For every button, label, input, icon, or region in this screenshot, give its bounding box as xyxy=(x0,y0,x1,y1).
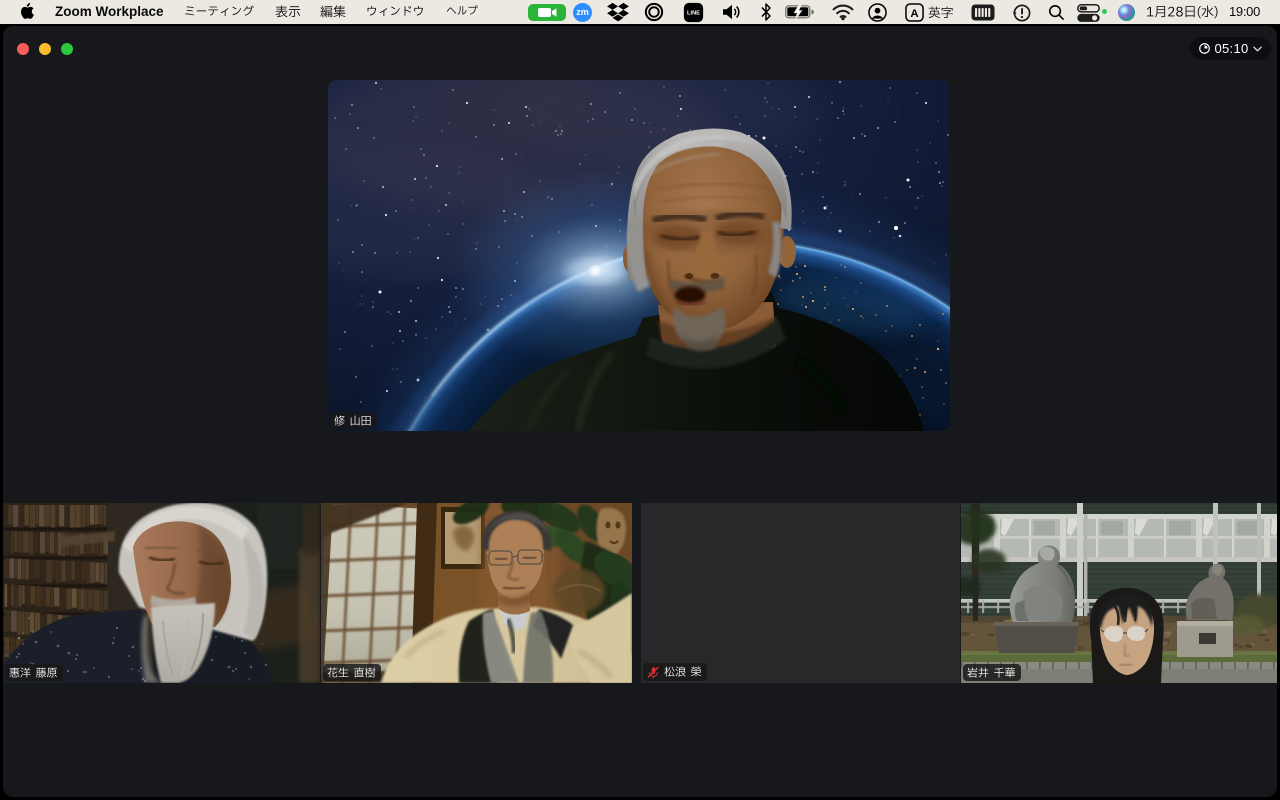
svg-text:LINE: LINE xyxy=(687,11,700,17)
svg-text:A: A xyxy=(910,8,918,20)
